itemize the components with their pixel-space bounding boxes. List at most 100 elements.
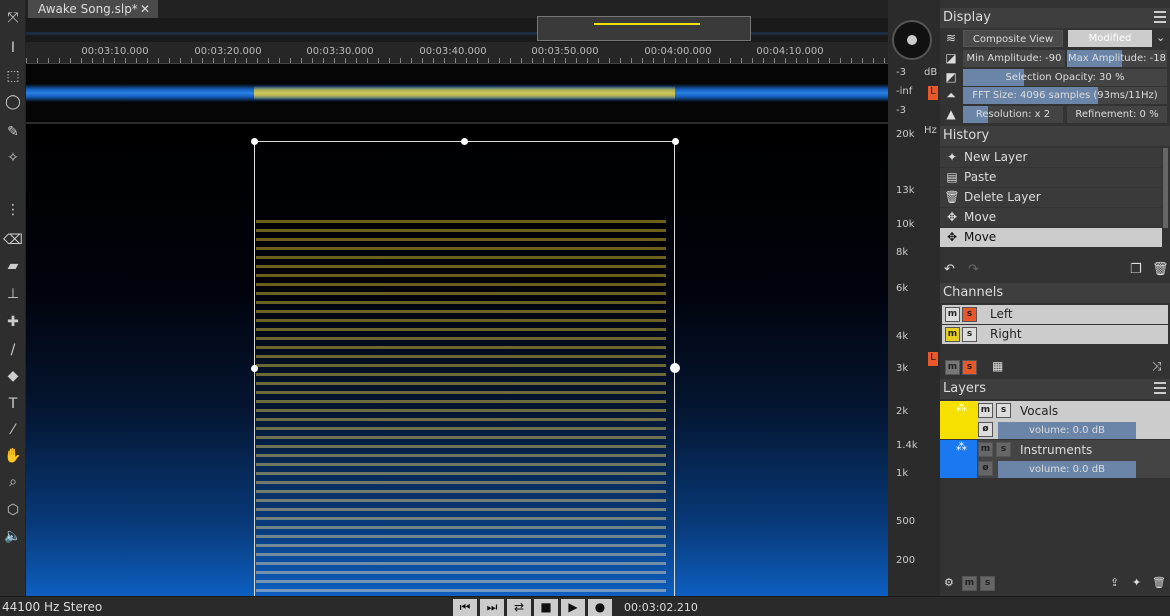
hand-tool-icon[interactable]: ✋ (3, 446, 23, 466)
select-channel-icon[interactable]: ▦ (992, 359, 1003, 373)
mute-all-button[interactable]: m (945, 360, 960, 375)
skip-back-button[interactable]: ⏮ (453, 599, 477, 616)
clone-stamp-tool-icon[interactable]: ⊥ (3, 284, 23, 304)
redo-icon[interactable]: ↷ (968, 262, 979, 277)
view-mode-select[interactable]: Modified Spectrum (1068, 30, 1152, 47)
freq-unit: Hz (924, 125, 937, 136)
selection-handle[interactable] (461, 138, 468, 145)
selection-handle[interactable] (251, 365, 258, 372)
mute-button[interactable]: m (945, 307, 960, 322)
selection-opacity-slider[interactable]: Selection Opacity: 30 % (963, 69, 1167, 86)
eraser-tool-icon[interactable]: ⌫ (3, 230, 23, 250)
crosshair-navigator-icon[interactable] (892, 20, 932, 60)
time-label: 00:03:20.000 (194, 46, 262, 57)
mute-button[interactable]: m (945, 327, 960, 342)
channel-badge[interactable]: L (928, 86, 938, 100)
new-layer-icon[interactable]: ✦ (1132, 576, 1141, 589)
layer-vocals[interactable]: ⁂ ms Vocals ø volume: 0.0 dB (940, 401, 1170, 439)
mute-layers-button[interactable]: m (962, 576, 977, 591)
fill-tool-icon[interactable]: ◆ (3, 366, 23, 386)
selection-handle[interactable] (251, 138, 258, 145)
min-amplitude-label: Min Amplitude: -90 dB (966, 53, 1062, 64)
history-item[interactable]: ✥ Move (940, 208, 1162, 227)
history-title: History (943, 128, 990, 143)
time-select-tool-icon[interactable]: I (3, 38, 23, 58)
layer-settings-icon[interactable]: ⚙ (944, 576, 954, 589)
layers-stack-icon: ≋ (945, 31, 957, 45)
solo-button[interactable]: s (996, 442, 1011, 457)
volume-slider[interactable]: volume: 0.0 dB (998, 422, 1136, 439)
solo-layers-button[interactable]: s (980, 576, 995, 591)
play-button[interactable]: ▶ (561, 599, 585, 616)
history-scrollbar[interactable] (1163, 148, 1168, 228)
history-item-selected[interactable]: ✥ Move (940, 228, 1162, 247)
copy-icon[interactable]: ❐ (1130, 262, 1142, 277)
healing-tool-icon[interactable]: ✚ (3, 312, 23, 332)
trash-icon[interactable]: 🗑 (1152, 262, 1169, 277)
export-layer-icon[interactable]: ⇪ (1110, 576, 1119, 589)
text-tool-icon[interactable]: T (3, 394, 23, 414)
smudge-tool-icon[interactable]: ▰ (3, 256, 23, 276)
history-item[interactable]: ▤ Paste (940, 168, 1162, 187)
time-ruler[interactable]: 00:03:10.000 00:03:20.000 00:03:30.000 0… (26, 42, 888, 64)
frequency-select-tool-icon[interactable]: ⋮ (3, 200, 23, 220)
overview-strip[interactable] (26, 18, 888, 42)
magic-wand-tool-icon[interactable]: ✧ (3, 148, 23, 168)
channels-header: Channels (940, 283, 1170, 303)
time-label: 00:03:10.000 (81, 46, 149, 57)
fft-size-slider[interactable]: FFT Size: 4096 samples (93ms/11Hz) (963, 87, 1167, 104)
3d-view-tool-icon[interactable]: ⬡ (3, 500, 23, 520)
channel-right[interactable]: m s Right (942, 325, 1168, 344)
composite-view-button[interactable]: Composite View (963, 30, 1063, 47)
max-amplitude-slider[interactable]: Max Amplitude: -18 dB (1067, 50, 1167, 67)
history-label: Paste (964, 170, 997, 184)
mute-button[interactable]: m (978, 403, 993, 418)
solo-button[interactable]: s (996, 403, 1011, 418)
pen-tool-icon[interactable]: / (3, 340, 23, 360)
chevron-down-icon[interactable]: ⌄ (1156, 31, 1165, 44)
eyedropper-tool-icon[interactable]: ⁄ (3, 420, 23, 440)
skip-forward-button[interactable]: ⏭ (480, 599, 504, 616)
tab-awake-song[interactable]: Awake Song.slp* ✕ (28, 0, 158, 18)
solo-button[interactable]: s (962, 327, 977, 342)
stop-button[interactable]: ■ (534, 599, 558, 616)
layer-instruments[interactable]: ⁂ ms Instruments ø volume: 0.0 dB (940, 440, 1170, 478)
record-button[interactable]: ● (588, 599, 612, 616)
history-item[interactable]: ✦ New Layer (940, 148, 1162, 167)
channel-badge[interactable]: L (928, 352, 938, 366)
rectangle-select-tool-icon[interactable]: ⬚ (3, 66, 23, 86)
freq-label: 500 (896, 516, 916, 527)
history-item[interactable]: 🗑 Delete Layer (940, 188, 1162, 207)
menu-icon[interactable] (1154, 382, 1166, 394)
fft-size-label: FFT Size: 4096 samples (93ms/11Hz) (972, 90, 1158, 101)
speaker-tool-icon[interactable]: 🔈 (3, 526, 23, 546)
phase-invert-icon[interactable]: ø (978, 422, 993, 437)
selection-rectangle[interactable] (254, 141, 675, 596)
spectrogram-view[interactable] (26, 124, 888, 596)
solo-button[interactable]: s (962, 307, 977, 322)
resolution-slider[interactable]: Resolution: x 2 (963, 106, 1063, 123)
phase-invert-icon[interactable]: ø (978, 461, 993, 476)
brush-select-tool-icon[interactable]: ✎ (3, 122, 23, 142)
trash-icon[interactable]: 🗑 (1152, 576, 1166, 589)
close-tab-icon[interactable]: ✕ (140, 0, 150, 18)
move-select-tool-icon[interactable]: ⤧ (3, 8, 23, 28)
mute-button[interactable]: m (978, 442, 993, 457)
amplitude-range-icon: ◪ (945, 51, 957, 65)
zoom-tool-icon[interactable]: ⌕ (3, 472, 23, 492)
refinement-slider[interactable]: Refinement: 0 % (1067, 106, 1167, 123)
menu-icon[interactable] (1154, 11, 1166, 23)
channel-left[interactable]: m s Left (942, 305, 1168, 324)
selection-handle[interactable] (672, 138, 679, 145)
overview-navigator-handle[interactable] (537, 16, 751, 41)
undo-icon[interactable]: ↶ (944, 262, 955, 277)
min-amplitude-slider[interactable]: Min Amplitude: -90 dB (963, 50, 1065, 67)
history-label: Move (964, 230, 997, 244)
selection-handle[interactable] (670, 363, 680, 373)
waveform-view[interactable] (26, 64, 888, 122)
solo-all-button[interactable]: s (962, 360, 977, 375)
volume-slider[interactable]: volume: 0.0 dB (998, 461, 1136, 478)
lasso-tool-icon[interactable]: ◯ (3, 92, 23, 112)
loop-button[interactable]: ⇄ (507, 599, 531, 616)
swap-channels-icon[interactable]: ⤨ (1152, 359, 1162, 374)
